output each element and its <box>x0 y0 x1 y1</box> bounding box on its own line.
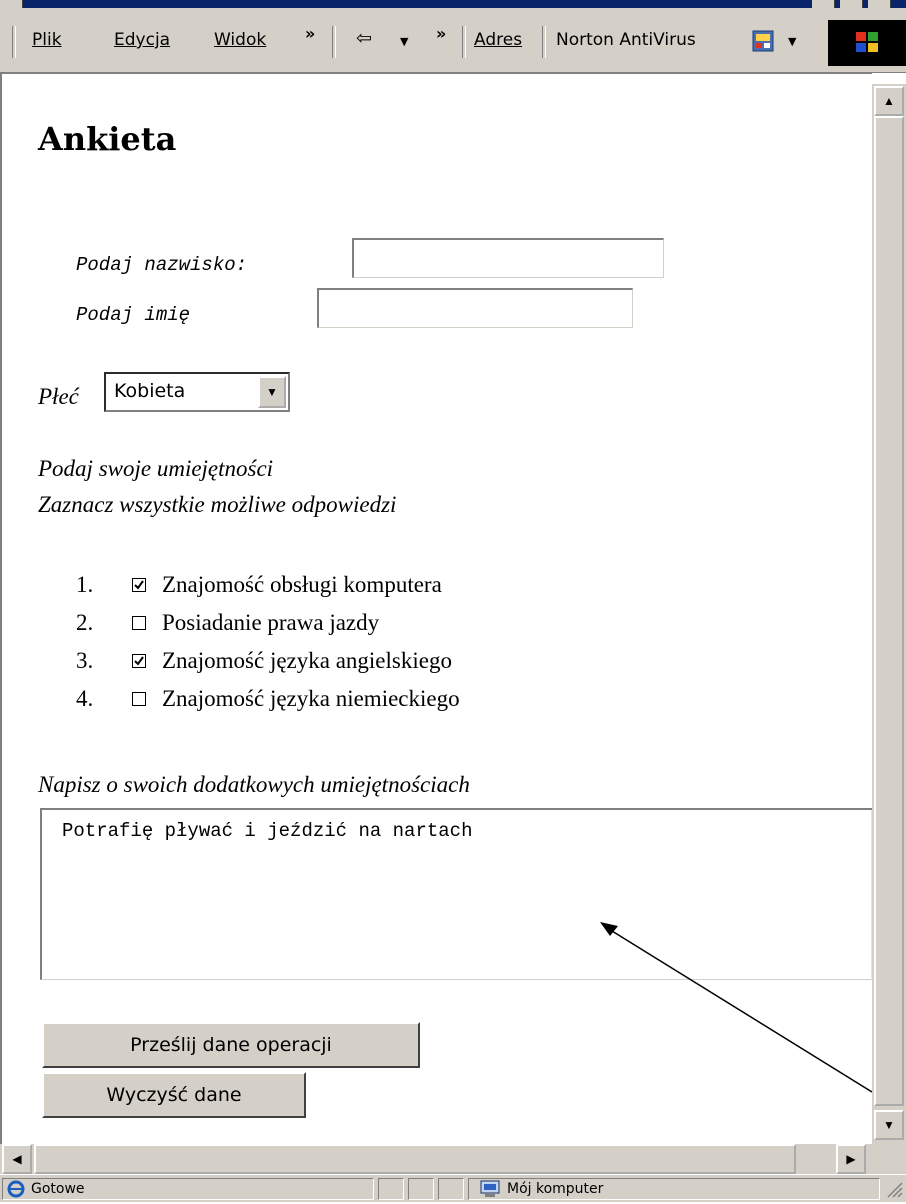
scroll-corner <box>872 1144 906 1174</box>
gender-select-value: Kobieta <box>114 380 186 402</box>
submit-button[interactable]: Prześlij dane operacji <box>42 1022 420 1068</box>
minimize-button[interactable] <box>812 0 835 8</box>
first-name-input[interactable] <box>317 288 633 328</box>
h-scroll-thumb[interactable] <box>34 1144 796 1174</box>
first-name-label: Podaj imię <box>76 304 191 326</box>
annotation-arrow-icon <box>600 922 872 1093</box>
toolbar-separator <box>542 26 546 58</box>
app-icon <box>0 0 23 8</box>
status-pane: Gotowe <box>2 1178 374 1200</box>
skill-number: 3. <box>76 648 94 673</box>
skill-number: 2. <box>76 610 94 635</box>
toolbar-separator <box>332 26 336 58</box>
norton-dropdown-icon[interactable]: ▼ <box>788 35 796 48</box>
skill-item: 2. Posiadanie prawa jazdy <box>2 610 602 646</box>
scroll-left-icon[interactable]: ◀ <box>2 1144 32 1174</box>
surname-label: Podaj nazwisko: <box>76 254 248 276</box>
skill-number: 1. <box>76 572 94 597</box>
gender-dropdown-arrow[interactable]: ▼ <box>258 376 286 408</box>
surname-input[interactable] <box>352 238 664 278</box>
skill-item: 3. Znajomość języka angielskiego <box>2 648 602 684</box>
toolbar-grip <box>12 26 16 58</box>
reset-button[interactable]: Wyczyść dane <box>42 1072 306 1118</box>
skills-hint: Zaznacz wszystkie możliwe odpowiedzi <box>38 492 397 517</box>
status-pane-empty <box>438 1178 464 1200</box>
skill-label: Posiadanie prawa jazdy <box>162 610 380 635</box>
menu-overflow-chevron[interactable]: » <box>305 24 315 43</box>
scroll-down-icon[interactable]: ▼ <box>874 1110 904 1140</box>
norton-antivirus-menu[interactable]: Norton AntiVirus <box>556 30 696 50</box>
skill-checkbox[interactable] <box>132 578 146 592</box>
zone-pane: Mój komputer <box>468 1178 880 1200</box>
status-bar: Gotowe Mój komputer <box>0 1174 906 1202</box>
horizontal-scrollbar[interactable]: ◀ ▶ <box>0 1144 872 1174</box>
skill-checkbox[interactable] <box>132 616 146 630</box>
status-pane-empty <box>408 1178 434 1200</box>
menu-edit[interactable]: Edycja <box>114 30 170 50</box>
scroll-thumb[interactable] <box>874 116 904 1106</box>
scroll-up-icon[interactable]: ▲ <box>874 86 904 116</box>
address-label[interactable]: Adres <box>474 30 522 50</box>
back-icon[interactable]: ⇦ <box>356 27 372 49</box>
norton-icon[interactable] <box>752 30 774 52</box>
skill-label: Znajomość obsługi komputera <box>162 572 442 597</box>
status-pane-empty <box>378 1178 404 1200</box>
extra-skills-label: Napisz o swoich dodatkowych umiejętności… <box>38 772 470 797</box>
page-title: Ankieta <box>38 120 177 158</box>
menu-file[interactable]: Plik <box>32 30 62 50</box>
resize-grip-icon[interactable] <box>884 1179 904 1199</box>
maximize-button[interactable] <box>840 0 863 8</box>
skill-label: Znajomość języka angielskiego <box>162 648 452 673</box>
skill-checkbox[interactable] <box>132 654 146 668</box>
skill-item: 1. Znajomość obsługi komputera <box>2 572 602 608</box>
extra-skills-text: Potrafię pływać i jeździć na nartach <box>62 820 473 842</box>
skill-checkbox[interactable] <box>132 692 146 706</box>
ie-page-icon <box>7 1180 25 1198</box>
menu-toolbar: Plik Edycja Widok » ⇦ ▼ » Adres Norton A… <box>0 8 906 73</box>
zone-text: Mój komputer <box>507 1181 604 1197</box>
page-viewport: Ankieta Podaj nazwisko: Podaj imię Płeć … <box>0 72 872 1144</box>
skill-item: 4. Znajomość języka niemieckiego <box>2 686 602 722</box>
menu-view[interactable]: Widok <box>214 30 266 50</box>
back-dropdown-icon[interactable]: ▼ <box>400 35 408 48</box>
scroll-right-icon[interactable]: ▶ <box>836 1144 866 1174</box>
windows-logo-icon <box>828 20 906 66</box>
skill-label: Znajomość języka niemieckiego <box>162 686 460 711</box>
computer-icon <box>479 1180 501 1198</box>
skills-prompt: Podaj swoje umiejętności <box>38 456 274 481</box>
toolbar-overflow-chevron[interactable]: » <box>436 24 446 43</box>
status-text: Gotowe <box>31 1181 85 1197</box>
vertical-scrollbar[interactable]: ▲ ▼ <box>872 84 906 1144</box>
gender-select[interactable]: Kobieta ▼ <box>104 372 290 412</box>
title-bar <box>0 0 906 8</box>
toolbar-separator <box>462 26 466 58</box>
close-button[interactable] <box>868 0 891 8</box>
gender-label: Płeć <box>38 384 79 409</box>
skill-number: 4. <box>76 686 94 711</box>
